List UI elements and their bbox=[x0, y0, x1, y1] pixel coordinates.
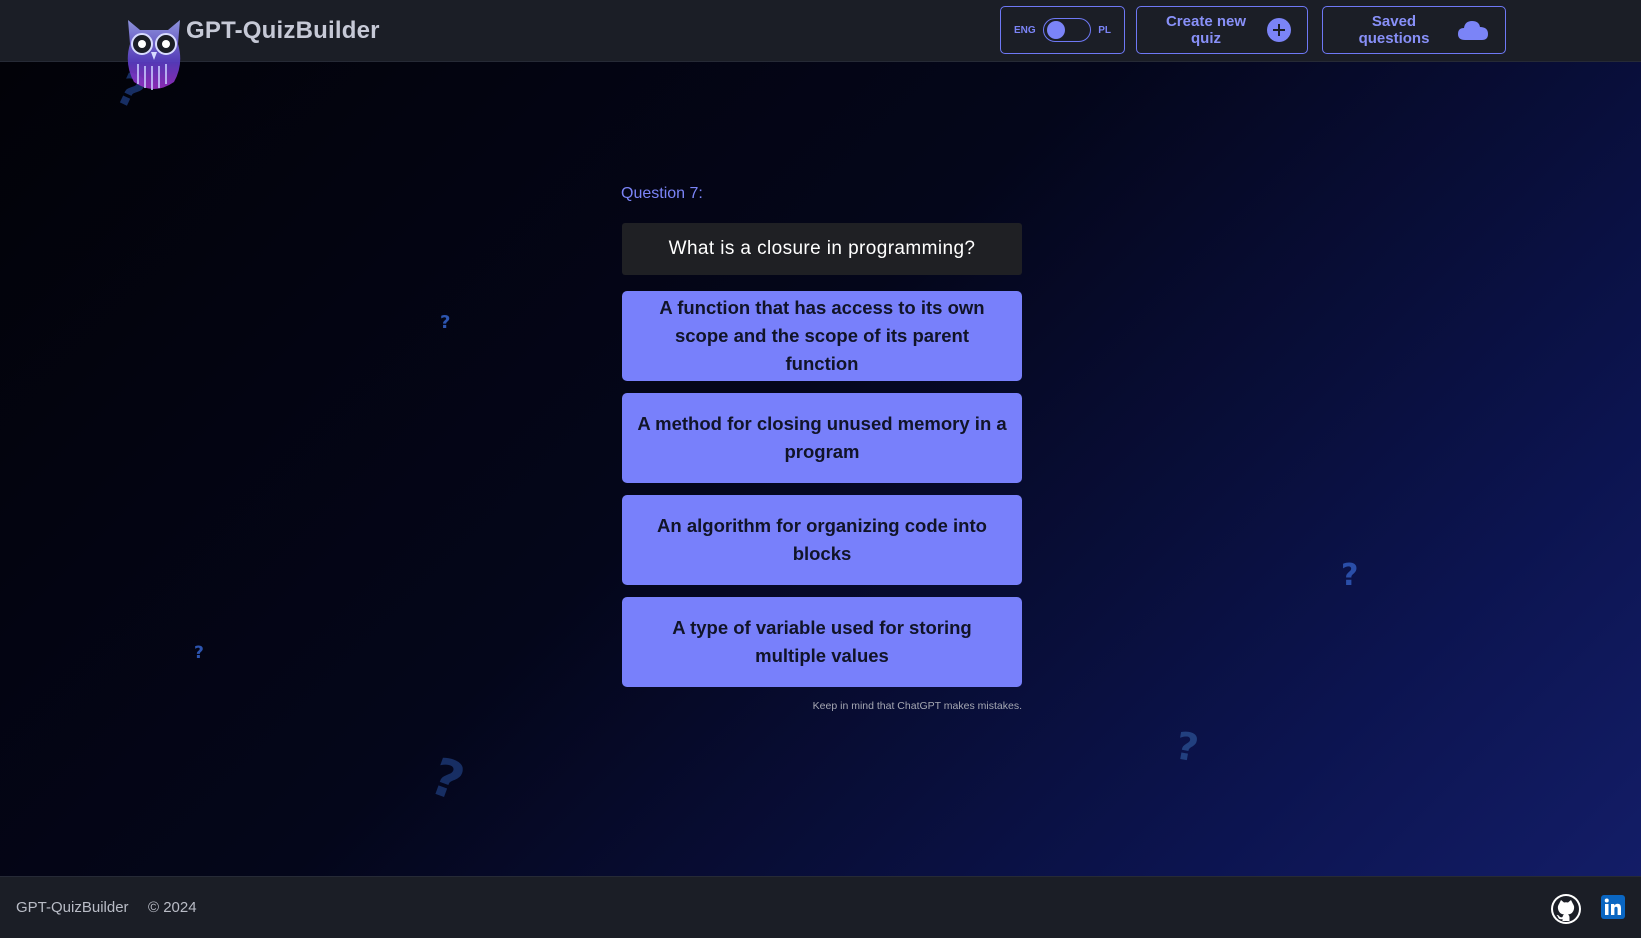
question-text: What is a closure in programming? bbox=[622, 223, 1022, 275]
saved-questions-button[interactable]: Saved questions bbox=[1322, 6, 1506, 54]
switch-knob[interactable] bbox=[1046, 21, 1065, 39]
footer-brand: GPT-QuizBuilder bbox=[16, 899, 129, 916]
decorative-question-mark-icon: ? bbox=[1172, 723, 1202, 771]
footer-copyright: © 2024 bbox=[148, 899, 197, 916]
github-icon[interactable] bbox=[1550, 893, 1582, 925]
decorative-question-mark-icon: ? bbox=[440, 312, 451, 333]
create-new-quiz-label: Create new quiz bbox=[1165, 13, 1247, 47]
chatgpt-disclaimer: Keep in mind that ChatGPT makes mistakes… bbox=[812, 700, 1022, 712]
language-label-pl: PL bbox=[1098, 24, 1111, 36]
top-navbar: GPT-QuizBuilder ENG PL Create new quiz S… bbox=[0, 0, 1641, 90]
language-label-eng: ENG bbox=[1014, 24, 1036, 36]
decorative-question-mark-icon: ? bbox=[1341, 558, 1359, 593]
answer-option-1[interactable]: A function that has access to its own sc… bbox=[622, 291, 1022, 381]
decorative-question-mark-icon: ? bbox=[422, 746, 472, 814]
decorative-question-mark-icon: ? bbox=[194, 643, 204, 663]
cloud-icon bbox=[1457, 19, 1489, 41]
question-number: Question 7: bbox=[621, 185, 703, 202]
language-toggle[interactable]: ENG PL bbox=[1000, 6, 1125, 54]
footer: GPT-QuizBuilder © 2024 bbox=[0, 876, 1641, 938]
answer-option-4[interactable]: A type of variable used for storing mult… bbox=[622, 597, 1022, 687]
create-new-quiz-button[interactable]: Create new quiz bbox=[1136, 6, 1308, 54]
owl-logo-icon[interactable] bbox=[118, 14, 190, 120]
linkedin-icon[interactable] bbox=[1601, 895, 1625, 919]
answer-option-2[interactable]: A method for closing unused memory in a … bbox=[622, 393, 1022, 483]
app-title[interactable]: GPT-QuizBuilder bbox=[186, 17, 380, 45]
saved-questions-label: Saved questions bbox=[1358, 13, 1430, 47]
language-switch[interactable] bbox=[1042, 18, 1091, 42]
plus-circle-icon bbox=[1267, 18, 1291, 42]
answer-option-3[interactable]: An algorithm for organizing code into bl… bbox=[622, 495, 1022, 585]
